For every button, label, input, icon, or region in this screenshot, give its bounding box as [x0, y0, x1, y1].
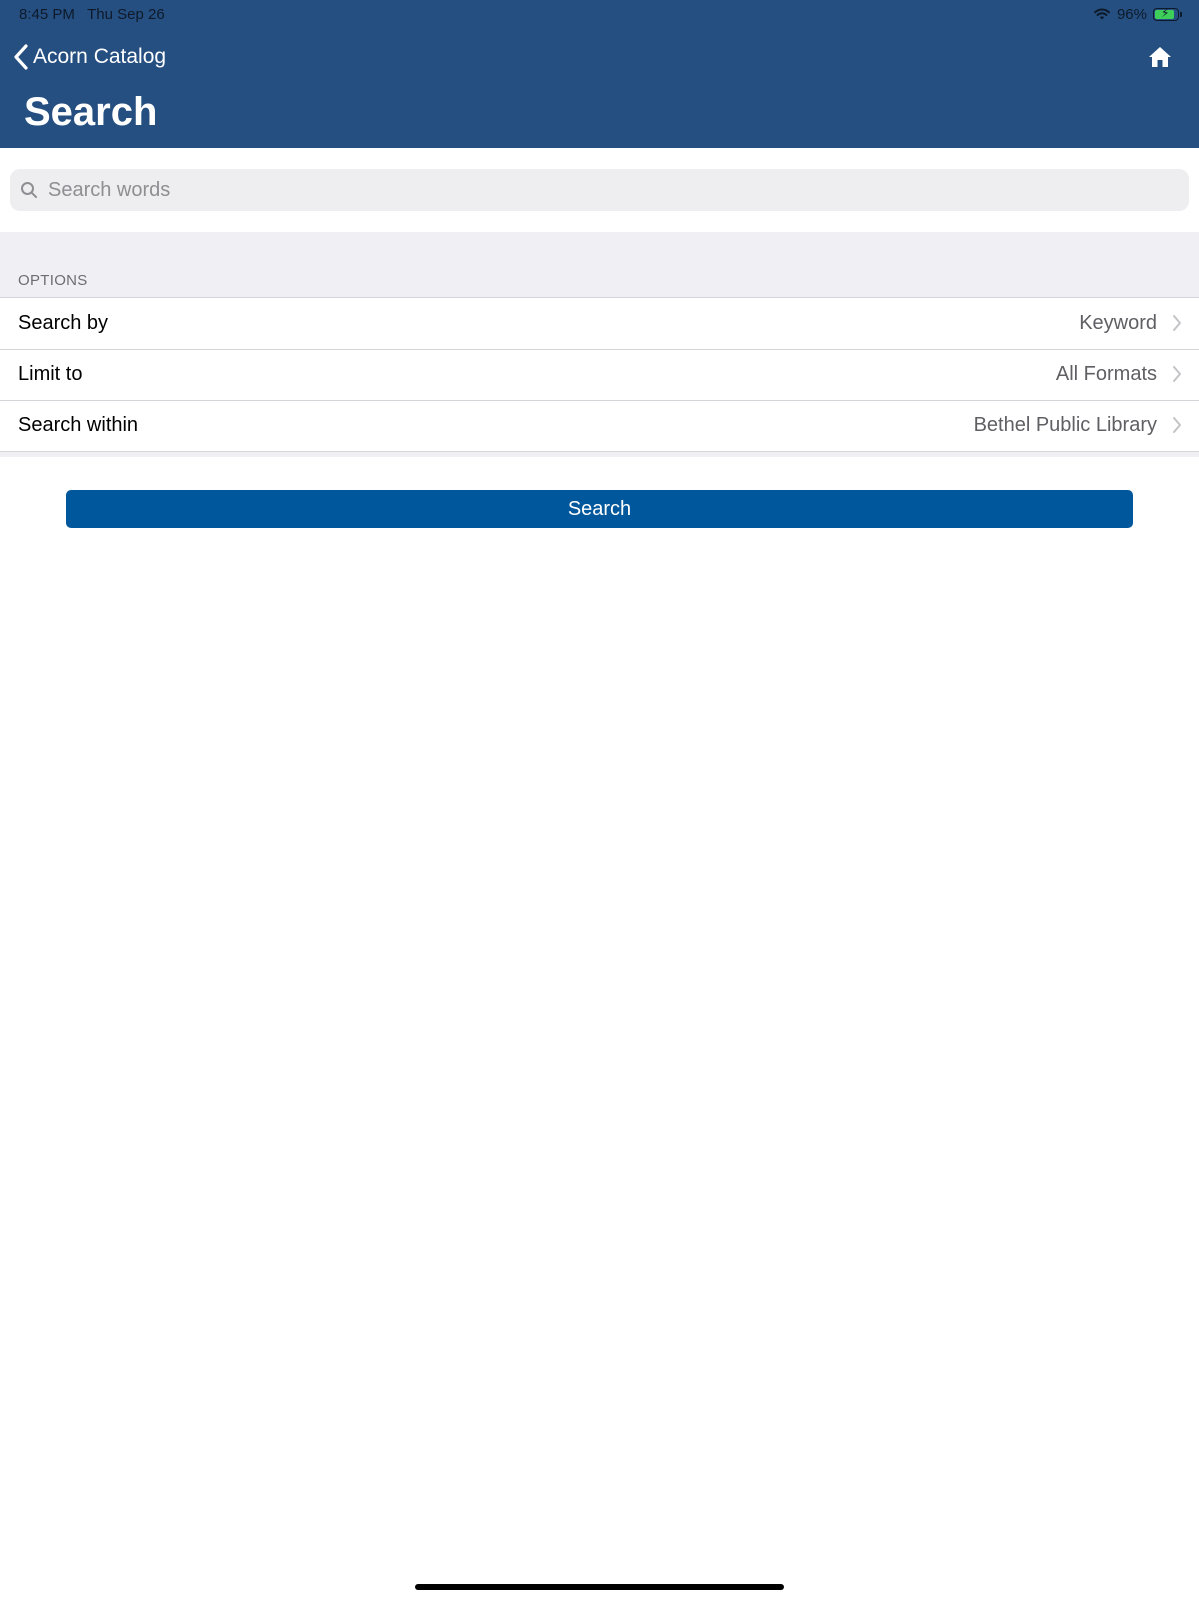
charging-bolt-icon: ⚡	[1161, 5, 1170, 20]
option-label: Search by	[18, 312, 109, 334]
options-section: OPTIONS Search by Keyword Limit to All F…	[0, 232, 1199, 457]
option-row-limit-to[interactable]: Limit to All Formats	[0, 349, 1199, 400]
search-icon	[21, 182, 37, 198]
option-label: Search within	[18, 414, 139, 436]
search-button[interactable]: Search	[66, 490, 1133, 528]
battery-percent: 96%	[1116, 5, 1147, 23]
options-section-header: OPTIONS	[18, 272, 88, 289]
chevron-left-icon	[14, 44, 28, 70]
navigation-header: 8:45 PM Thu Sep 26 96% ⚡ Acorn Catalog S…	[0, 0, 1199, 148]
chevron-right-icon	[1173, 417, 1181, 433]
chevron-right-icon	[1173, 366, 1181, 382]
back-button[interactable]: Acorn Catalog	[13, 42, 166, 72]
option-label: Limit to	[18, 363, 83, 385]
chevron-right-icon	[1173, 315, 1181, 331]
wifi-icon	[1093, 8, 1110, 20]
page-title: Search	[24, 90, 158, 134]
option-value: All Formats	[1055, 363, 1157, 385]
options-list: Search by Keyword Limit to All Formats S…	[0, 297, 1199, 452]
home-indicator	[415, 1584, 784, 1590]
battery-icon: ⚡	[1153, 5, 1182, 21]
search-bar[interactable]	[10, 169, 1189, 211]
option-value: Keyword	[1079, 312, 1157, 334]
option-value: Bethel Public Library	[973, 414, 1157, 436]
status-bar-time: 8:45 PM Thu Sep 26	[19, 6, 165, 23]
home-icon	[1149, 47, 1171, 67]
search-input[interactable]	[46, 171, 1150, 209]
option-row-search-within[interactable]: Search within Bethel Public Library	[0, 400, 1199, 451]
status-bar-right: 96% ⚡	[1093, 4, 1182, 24]
status-time-text: 8:45 PM	[19, 6, 75, 23]
option-row-search-by[interactable]: Search by Keyword	[0, 298, 1199, 349]
back-button-label: Acorn Catalog	[33, 45, 167, 68]
status-date-text: Thu Sep 26	[87, 6, 165, 23]
home-button[interactable]	[1147, 44, 1173, 70]
